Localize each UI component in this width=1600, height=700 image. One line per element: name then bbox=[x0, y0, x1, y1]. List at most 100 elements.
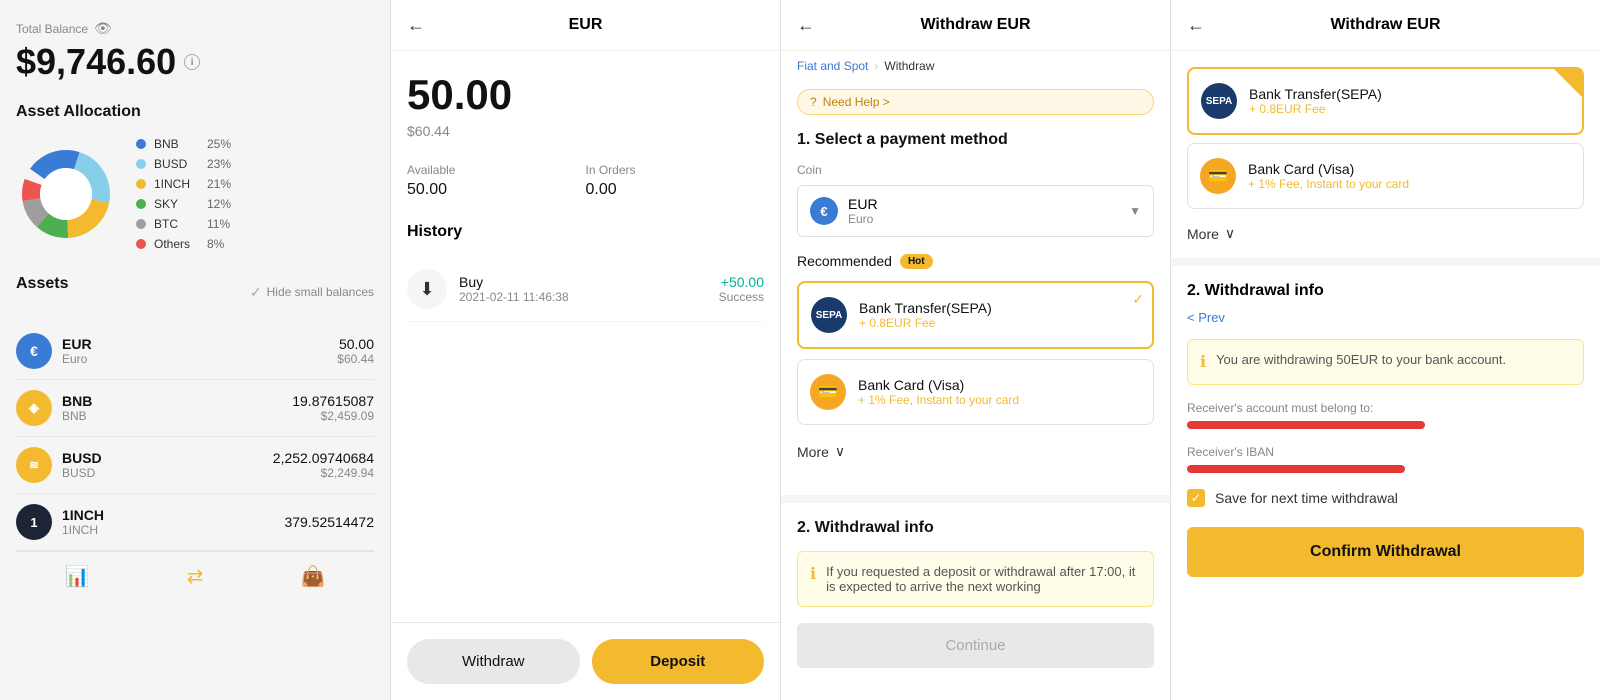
sepa-selected-icon: SEPA bbox=[1201, 83, 1237, 119]
assets-title: Assets bbox=[16, 275, 68, 293]
in-orders-value: 0.00 bbox=[586, 181, 765, 199]
coin-symbol: EUR bbox=[848, 196, 878, 212]
p4-divider bbox=[1171, 258, 1600, 266]
coin-selector[interactable]: € EUR Euro ▼ bbox=[797, 185, 1154, 237]
question-icon: ? bbox=[810, 95, 817, 109]
coin-label: Coin bbox=[797, 163, 1154, 177]
continue-button[interactable]: Continue bbox=[797, 623, 1154, 668]
eur-balance-amount: 50.00 bbox=[407, 71, 764, 119]
breadcrumb-current: Withdraw bbox=[884, 59, 934, 73]
visa-name: Bank Card (Visa) bbox=[858, 377, 1141, 393]
total-balance-amount: $9,746.60 i bbox=[16, 41, 374, 83]
p4-body: 2. Withdrawal info < Prev ℹ You are with… bbox=[1171, 266, 1600, 700]
donut-chart bbox=[16, 144, 116, 244]
total-balance-label: Total Balance 👁 bbox=[16, 20, 374, 37]
receiver-account-label: Receiver's account must belong to: bbox=[1187, 401, 1584, 415]
bnb-icon: ◈ bbox=[16, 390, 52, 426]
panel3-title: Withdraw EUR bbox=[797, 16, 1154, 34]
history-download-icon: ⬇ bbox=[407, 269, 447, 309]
asset-eur[interactable]: € EUR Euro 50.00 $60.44 bbox=[16, 323, 374, 380]
history-amount-val: +50.00 bbox=[719, 274, 764, 290]
asset-allocation-section: Asset Allocation bbox=[16, 103, 374, 251]
available-value: 50.00 bbox=[407, 181, 586, 199]
coin-name: Euro bbox=[848, 212, 878, 226]
deposit-button[interactable]: Deposit bbox=[592, 639, 765, 684]
selected-sepa-option[interactable]: SEPA Bank Transfer(SEPA) + 0.8EUR Fee bbox=[1187, 67, 1584, 135]
asset-1inch[interactable]: 1 1INCH 1INCH 379.52514472 bbox=[16, 494, 374, 551]
receiver-iban-input[interactable] bbox=[1187, 465, 1405, 473]
recommended-label: Recommended bbox=[797, 253, 892, 269]
chart-icon: 📊 bbox=[65, 564, 90, 589]
chevron-down-p4-icon: ∨ bbox=[1225, 225, 1235, 242]
legend: BNB25% BUSD23% 1INCH21% SKY12% BTC11% Ot… bbox=[136, 137, 231, 251]
withdraw-button[interactable]: Withdraw bbox=[407, 639, 580, 684]
panel2-title: EUR bbox=[569, 16, 603, 34]
back-arrow-icon[interactable]: ← bbox=[407, 15, 425, 36]
bottom-navigation: 📊 ⇄ 👜 bbox=[16, 551, 374, 597]
eur-coin-icon: € bbox=[810, 197, 838, 225]
in-orders-label: In Orders bbox=[586, 163, 765, 177]
unsel-visa-fee: + 1% Fee, Instant to your card bbox=[1248, 177, 1571, 191]
section-divider bbox=[780, 495, 1170, 503]
assets-section: Assets ✓ Hide small balances € EUR Euro … bbox=[16, 275, 374, 551]
more-button[interactable]: More ∨ bbox=[797, 435, 1154, 468]
nav-transfer[interactable]: ⇄ bbox=[187, 564, 204, 589]
breadcrumb: Fiat and Spot › Withdraw bbox=[781, 51, 1170, 81]
save-checkbox[interactable]: ✓ bbox=[1187, 489, 1205, 507]
history-type: Buy bbox=[459, 274, 719, 290]
info-box: ℹ If you requested a deposit or withdraw… bbox=[797, 551, 1154, 607]
chevron-down-icon: ▼ bbox=[1129, 204, 1141, 218]
unselected-visa-option[interactable]: 💳 Bank Card (Visa) + 1% Fee, Instant to … bbox=[1187, 143, 1584, 209]
hot-badge: Hot bbox=[900, 254, 933, 269]
prev-button[interactable]: < Prev bbox=[1187, 310, 1584, 325]
back-arrow-panel3[interactable]: ← bbox=[797, 15, 815, 36]
breadcrumb-separator: › bbox=[874, 59, 878, 73]
asset-busd[interactable]: ≋ BUSD BUSD 2,252.09740684 $2,249.94 bbox=[16, 437, 374, 494]
eur-balance-usd: $60.44 bbox=[407, 123, 764, 139]
save-checkbox-row: ✓ Save for next time withdrawal bbox=[1187, 489, 1584, 507]
visa-payment-option[interactable]: 💳 Bank Card (Visa) + 1% Fee, Instant to … bbox=[797, 359, 1154, 425]
eur-icon: € bbox=[16, 333, 52, 369]
visa-fee: + 1% Fee, Instant to your card bbox=[858, 393, 1141, 407]
history-date: 2021-02-11 11:46:38 bbox=[459, 290, 719, 304]
history-title: History bbox=[407, 223, 764, 241]
step2-title: 2. Withdrawal info bbox=[797, 519, 1154, 537]
history-item[interactable]: ⬇ Buy 2021-02-11 11:46:38 +50.00 Success bbox=[407, 257, 764, 322]
panel4-title: Withdraw EUR bbox=[1187, 16, 1584, 34]
sepa-name: Bank Transfer(SEPA) bbox=[859, 300, 1140, 316]
need-help-button[interactable]: ? Need Help > bbox=[797, 89, 1154, 115]
breadcrumb-home[interactable]: Fiat and Spot bbox=[797, 59, 868, 73]
eye-icon[interactable]: 👁 bbox=[94, 20, 112, 37]
selected-sepa-name: Bank Transfer(SEPA) bbox=[1249, 86, 1570, 102]
receiver-account-input[interactable] bbox=[1187, 421, 1425, 429]
balance-row: Available 50.00 In Orders 0.00 bbox=[407, 163, 764, 199]
eur-detail-panel: ← EUR 50.00 $60.44 Available 50.00 In Or… bbox=[390, 0, 780, 700]
p4-info-icon: ℹ bbox=[1200, 352, 1206, 372]
back-arrow-panel4[interactable]: ← bbox=[1187, 15, 1205, 36]
visa-icon: 💳 bbox=[810, 374, 846, 410]
step1-title: 1. Select a payment method bbox=[797, 131, 1154, 149]
p4-more-button[interactable]: More ∨ bbox=[1171, 217, 1600, 258]
transfer-icon: ⇄ bbox=[187, 564, 204, 589]
selected-sepa-fee: + 0.8EUR Fee bbox=[1249, 102, 1570, 116]
hide-small-balances[interactable]: ✓ Hide small balances bbox=[250, 284, 374, 301]
selected-checkmark-icon: ✓ bbox=[1132, 291, 1144, 308]
wallet-icon: 👜 bbox=[301, 564, 326, 589]
asset-bnb[interactable]: ◈ BNB BNB 19.87615087 $2,459.09 bbox=[16, 380, 374, 437]
nav-chart[interactable]: 📊 bbox=[65, 564, 90, 589]
1inch-icon: 1 bbox=[16, 504, 52, 540]
p4-info-box: ℹ You are withdrawing 50EUR to your bank… bbox=[1187, 339, 1584, 385]
visa-unsel-icon: 💳 bbox=[1200, 158, 1236, 194]
chevron-down-more-icon: ∨ bbox=[835, 443, 845, 460]
info-icon[interactable]: i bbox=[184, 54, 200, 70]
save-label: Save for next time withdrawal bbox=[1215, 490, 1398, 506]
available-label: Available bbox=[407, 163, 586, 177]
nav-wallet[interactable]: 👜 bbox=[301, 564, 326, 589]
corner-ribbon-icon bbox=[1554, 69, 1582, 97]
sepa-payment-option[interactable]: SEPA Bank Transfer(SEPA) + 0.8EUR Fee ✓ bbox=[797, 281, 1154, 349]
confirm-withdrawal-button[interactable]: Confirm Withdrawal bbox=[1187, 527, 1584, 577]
unsel-visa-name: Bank Card (Visa) bbox=[1248, 161, 1571, 177]
sepa-icon: SEPA bbox=[811, 297, 847, 333]
withdraw-panel: ← Withdraw EUR Fiat and Spot › Withdraw … bbox=[780, 0, 1170, 700]
receiver-iban-label: Receiver's IBAN bbox=[1187, 445, 1584, 459]
